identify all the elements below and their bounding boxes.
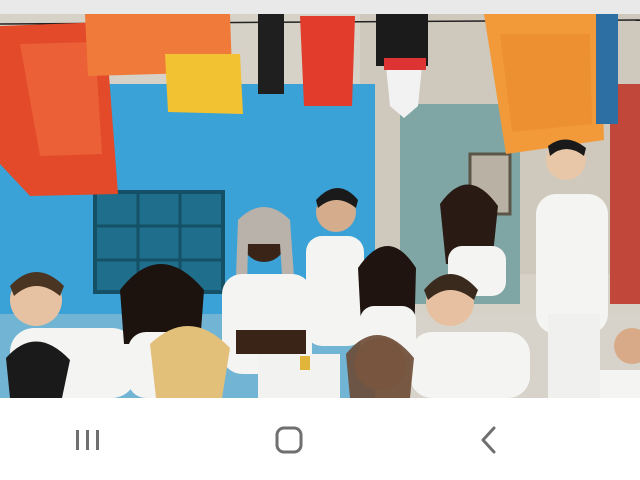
phone-screen	[0, 0, 640, 480]
recents-button[interactable]	[58, 418, 118, 462]
video-scene-image	[0, 14, 640, 398]
back-button[interactable]	[459, 418, 519, 462]
recents-icon	[76, 430, 99, 450]
video-frame[interactable]	[0, 14, 640, 398]
back-icon	[481, 426, 496, 454]
home-icon	[275, 426, 303, 454]
home-button[interactable]	[259, 418, 319, 462]
status-bar	[0, 0, 640, 14]
navigation-bar	[0, 398, 640, 480]
